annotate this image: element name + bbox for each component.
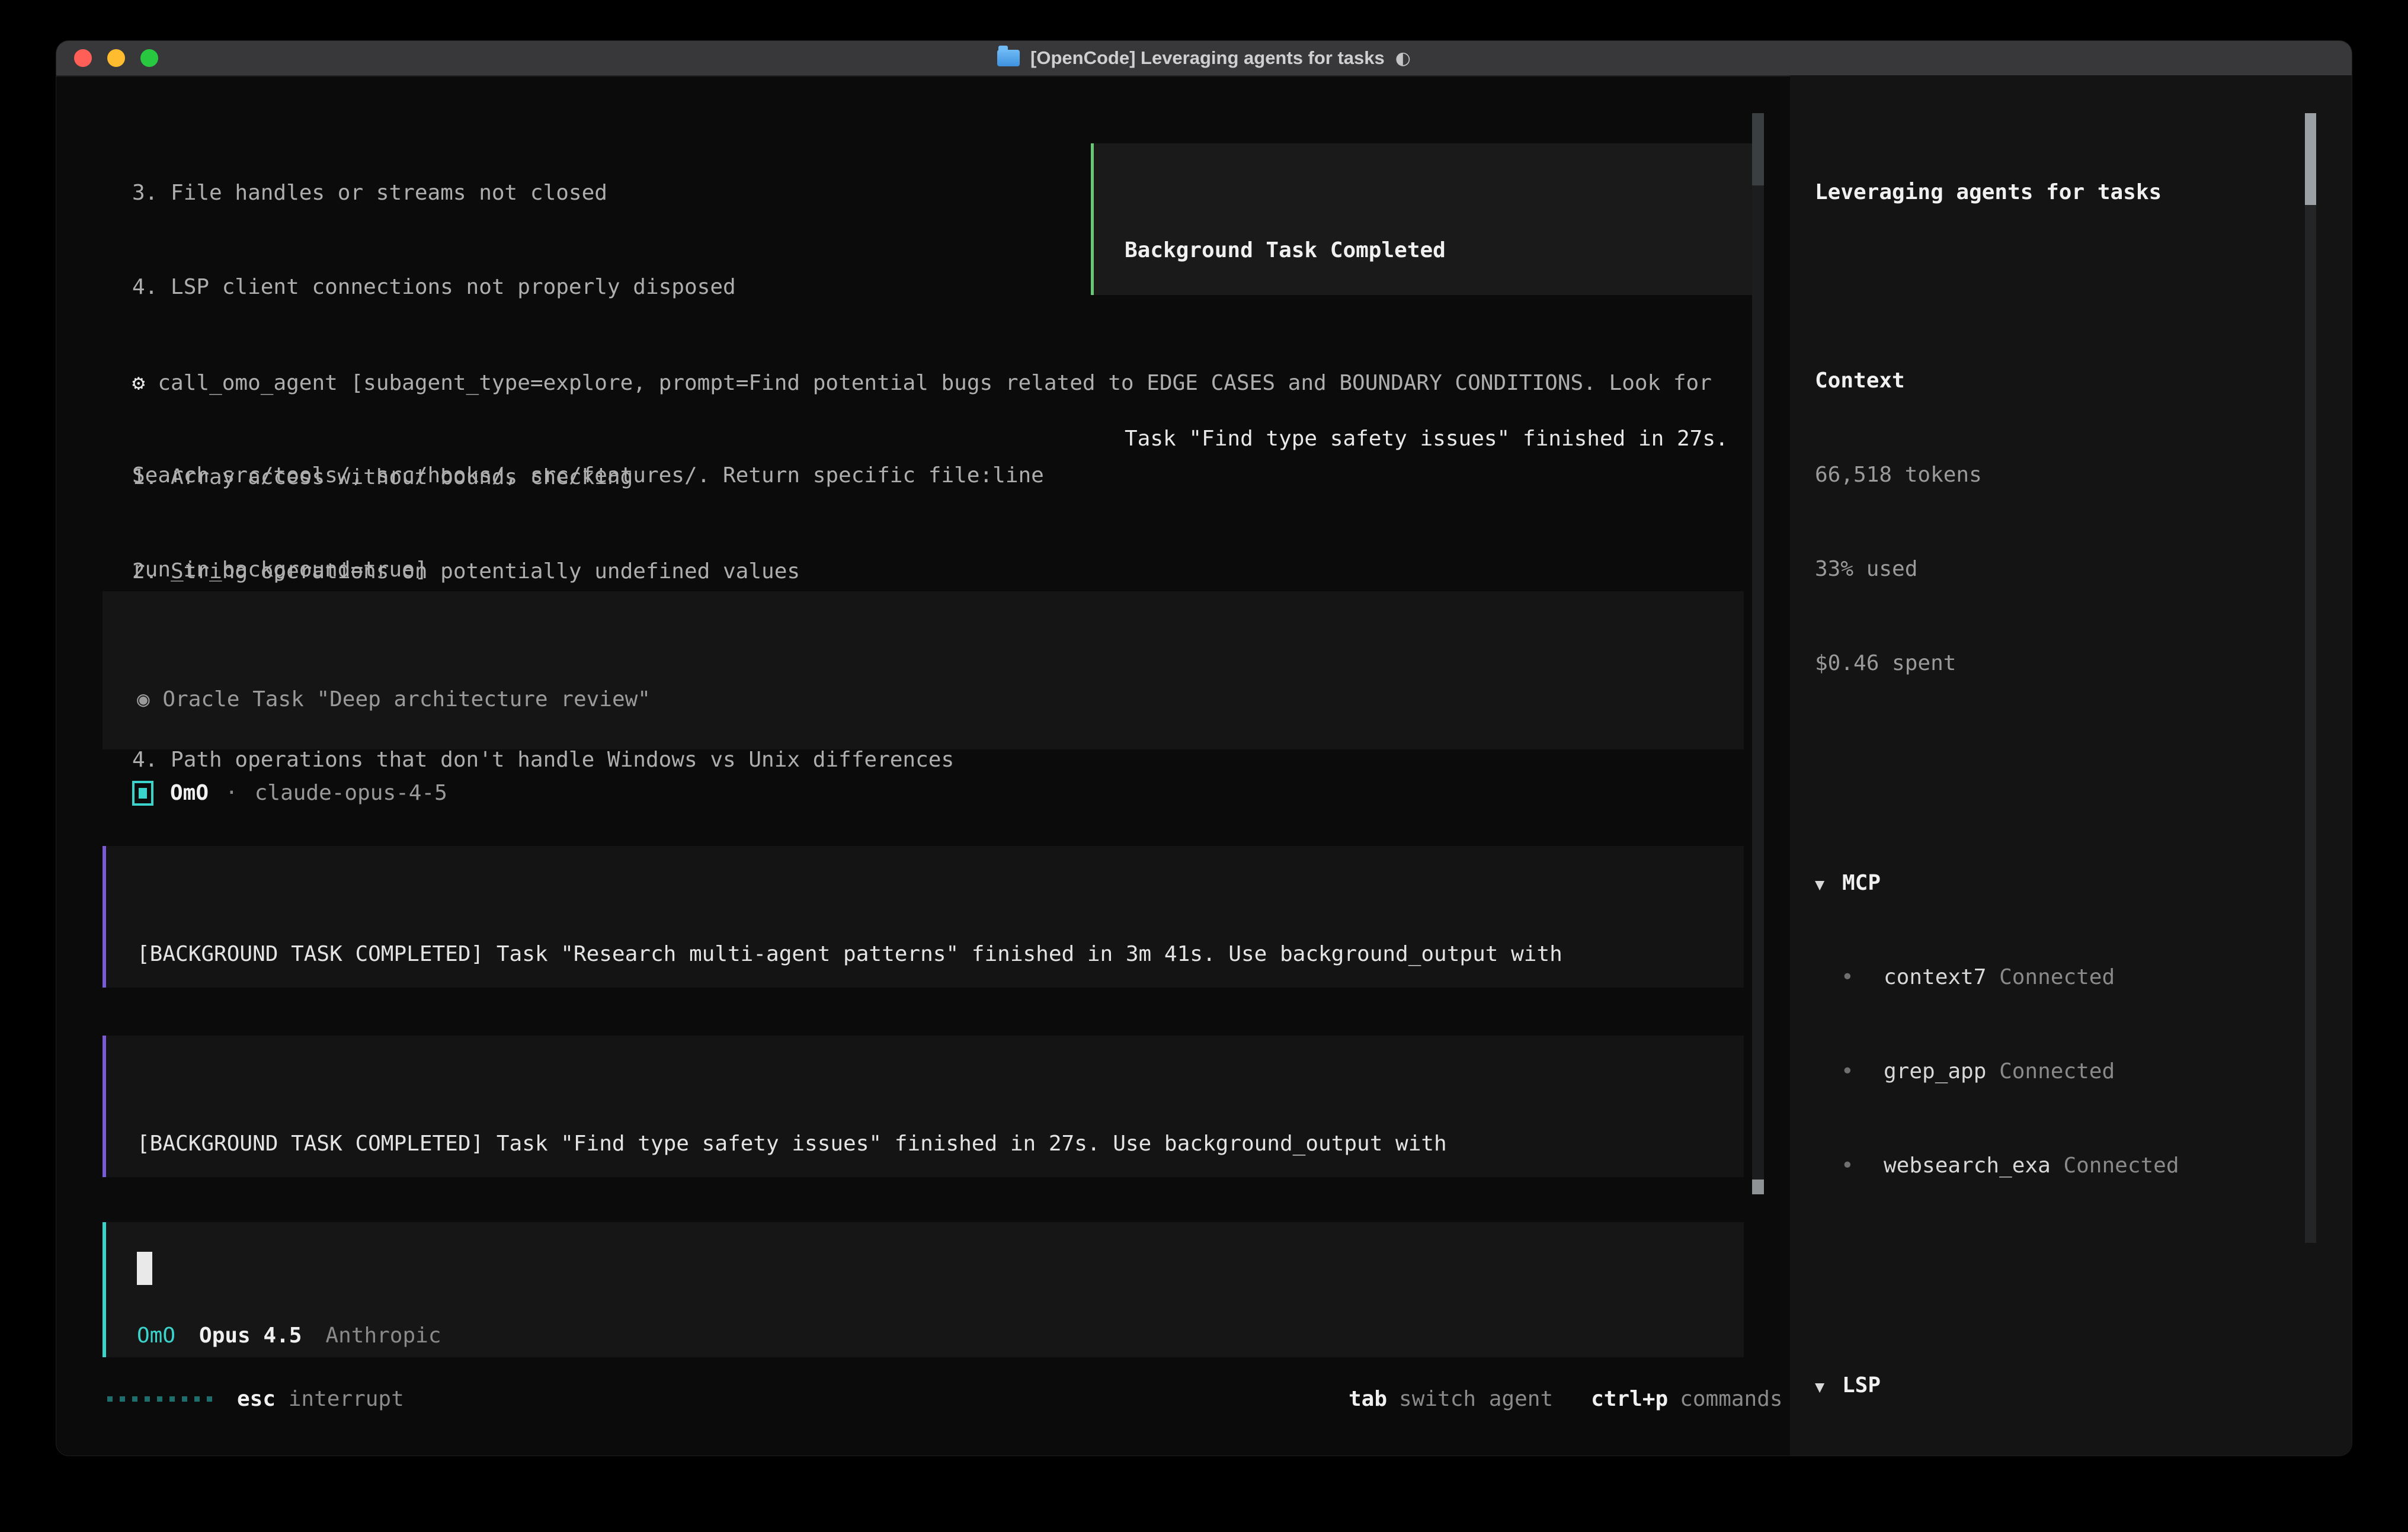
context-heading: Context	[1815, 365, 2290, 396]
agent-model: claude-opus-4-5	[255, 777, 447, 809]
sidebar-scrollbar-thumb[interactable]	[2305, 113, 2316, 205]
chevron-down-icon: ▼	[1815, 1371, 1842, 1403]
window-title: [OpenCode] Leveraging agents for tasks	[1030, 47, 1385, 69]
esc-label: interrupt	[289, 1387, 404, 1411]
mcp-item: •grep_app Connected	[1815, 1056, 2290, 1087]
minimize-window-button[interactable]	[107, 49, 125, 67]
terminal-window: [OpenCode] Leveraging agents for tasks ◐…	[56, 40, 2352, 1456]
mcp-item-status: Connected	[1999, 1059, 2115, 1084]
mcp-section-header[interactable]: ▼MCP	[1815, 867, 2290, 899]
background-task-toast: Background Task Completed Task "Find typ…	[1091, 143, 1758, 295]
mcp-heading: MCP	[1842, 871, 1881, 895]
input-agent-name: OmO	[137, 1320, 175, 1351]
main-scrollbar-track[interactable]	[1752, 113, 1764, 1194]
sidebar: Leveraging agents for tasks Context 66,5…	[1790, 75, 2352, 1456]
task-message-line: [BACKGROUND TASK COMPLETED] Task "Resear…	[137, 938, 1744, 970]
agent-square-icon	[132, 781, 153, 806]
background-task-message: [BACKGROUND TASK COMPLETED] Task "Find t…	[103, 1036, 1744, 1177]
separator-dot: ·	[225, 777, 238, 809]
zoom-window-button[interactable]	[140, 49, 158, 67]
ctrlp-key: ctrl+p	[1591, 1383, 1668, 1415]
ctrlp-label: commands	[1680, 1383, 1782, 1415]
lsp-heading: LSP	[1842, 1373, 1881, 1398]
sidebar-scrollbar-track[interactable]	[2305, 205, 2316, 1243]
agent-header: OmO · claude-opus-4-5	[132, 777, 447, 809]
task-message-line: [BACKGROUND TASK COMPLETED] Task "Find t…	[137, 1128, 1744, 1159]
sidebar-content: Leveraging agents for tasks Context 66,5…	[1815, 114, 2290, 1456]
background-task-message: [BACKGROUND TASK COMPLETED] Task "Resear…	[103, 846, 1744, 988]
oracle-task-box: ◉ Oracle Task "Deep architecture review"…	[103, 591, 1744, 749]
chevron-down-icon: ▼	[1815, 869, 1842, 900]
tab-label: switch agent	[1399, 1383, 1553, 1415]
scrollback-line: 4. LSP client connections not properly d…	[132, 271, 1044, 303]
bullet-icon: •	[1815, 1056, 1884, 1087]
gear-icon: ⚙	[132, 371, 145, 395]
mcp-item: •websearch_exa Connected	[1815, 1150, 2290, 1181]
input-provider: Anthropic	[325, 1320, 441, 1351]
folder-icon	[997, 50, 1020, 66]
toast-title: Background Task Completed	[1125, 235, 1755, 266]
input-model-name: Opus 4.5	[199, 1320, 302, 1351]
traffic-lights	[74, 49, 158, 67]
mcp-item-name: grep_app	[1884, 1059, 1986, 1084]
close-window-button[interactable]	[74, 49, 92, 67]
model-row: OmO Opus 4.5 Anthropic	[137, 1320, 441, 1351]
context-tokens: 66,518 tokens	[1815, 459, 2290, 491]
toast-body: Task "Find type safety issues" finished …	[1125, 423, 1755, 454]
mcp-item-status: Connected	[1999, 965, 2115, 989]
window-title-group: [OpenCode] Leveraging agents for tasks ◐	[997, 47, 1411, 69]
context-used: 33% used	[1815, 553, 2290, 585]
circle-dot-icon: ◉	[137, 687, 150, 711]
esc-key: esc	[237, 1387, 276, 1411]
blank-line	[1125, 329, 1755, 360]
prompt-input[interactable]: OmO Opus 4.5 Anthropic	[103, 1222, 1744, 1357]
bullet-icon: •	[1815, 1150, 1884, 1181]
scrollback-line: 3. File handles or streams not closed	[132, 177, 1044, 209]
oracle-title: Oracle Task "Deep architecture review"	[162, 687, 651, 711]
oracle-title-row: ◉ Oracle Task "Deep architecture review"	[137, 684, 1744, 715]
context-spent: $0.46 spent	[1815, 648, 2290, 679]
statusbar-left: esc interrupt	[107, 1383, 404, 1415]
text-cursor	[137, 1252, 152, 1285]
mcp-item-name: websearch_exa	[1884, 1153, 2051, 1178]
half-circle-icon: ◐	[1395, 48, 1411, 69]
tool-call-item: 2. String operations on potentially unde…	[132, 556, 1712, 587]
session-title: Leveraging agents for tasks	[1815, 177, 2290, 208]
tab-key: tab	[1349, 1383, 1387, 1415]
mcp-item-status: Connected	[2063, 1153, 2179, 1178]
titlebar: [OpenCode] Leveraging agents for tasks ◐	[56, 41, 2352, 76]
bullet-icon: •	[1815, 961, 1884, 993]
main-scrollbar-end-thumb[interactable]	[1752, 1180, 1764, 1194]
mcp-item-name: context7	[1884, 965, 1986, 989]
agent-name: OmO	[170, 777, 209, 809]
esc-hint: esc interrupt	[237, 1383, 404, 1415]
mcp-item: •context7 Connected	[1815, 961, 2290, 993]
spinner-dots-icon	[107, 1396, 212, 1402]
lsp-section-header[interactable]: ▼LSP	[1815, 1370, 2290, 1401]
statusbar-right: tab switch agent ctrl+p commands	[1349, 1383, 1783, 1415]
main-scrollbar-thumb[interactable]	[1752, 113, 1764, 185]
